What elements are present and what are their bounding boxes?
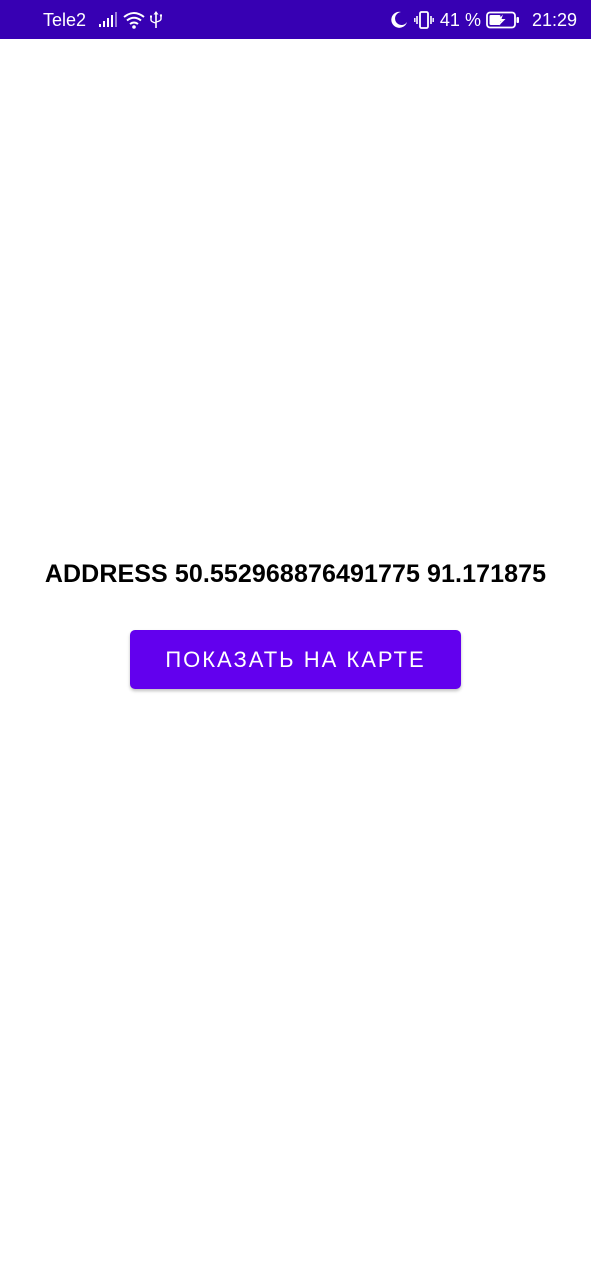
status-bar-left: Tele2 xyxy=(43,0,390,39)
status-bar: Tele2 41 % 21:29 xyxy=(0,0,591,39)
clock: 21:29 xyxy=(531,10,577,30)
address-text: ADDRESS 50.552968876491775 91.171875 xyxy=(44,560,547,588)
battery-percentage: 41 % xyxy=(439,10,481,30)
do-not-disturb-moon-icon xyxy=(390,11,408,29)
vibrate-icon xyxy=(414,10,434,29)
status-bar-right: 41 % 21:29 xyxy=(390,0,577,39)
usb-icon xyxy=(150,10,163,29)
main-content: ADDRESS 50.552968876491775 91.171875 ПОК… xyxy=(0,39,591,1280)
carrier-name: Tele2 xyxy=(43,10,87,30)
signal-icon xyxy=(98,11,118,28)
battery-charging-icon xyxy=(486,11,520,29)
wifi-icon xyxy=(123,11,145,29)
show-on-map-button[interactable]: ПОКАЗАТЬ НА КАРТЕ xyxy=(130,630,461,689)
